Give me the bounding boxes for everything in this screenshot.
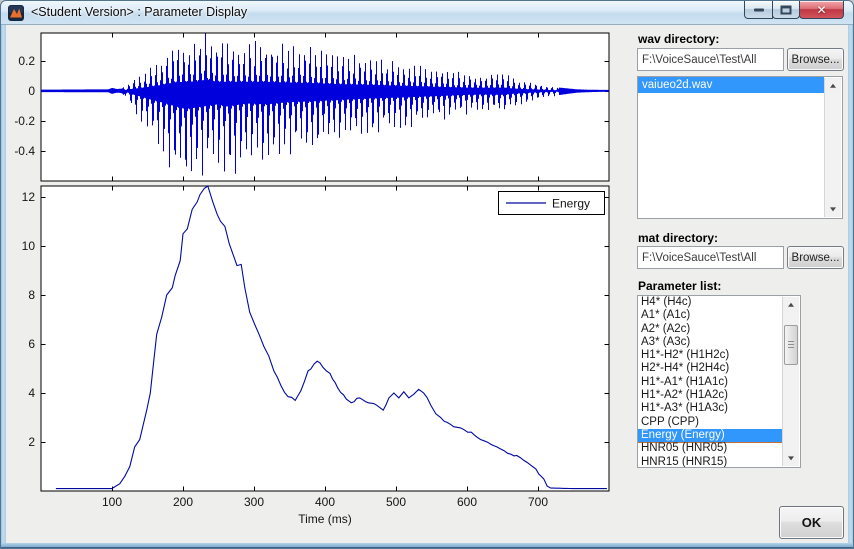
energy-y-tick-label: 8	[28, 288, 35, 302]
window-border-bottom	[1, 543, 853, 548]
matlab-icon	[8, 5, 24, 21]
parameter-list[interactable]: H4* (H4c)A1* (A1c)A2* (A2c)A3* (A3c)H1*-…	[637, 295, 801, 468]
wav-browse-button[interactable]: Browse...	[787, 48, 844, 71]
energy-y-tick-label: 2	[28, 435, 35, 449]
scrollbar-thumb[interactable]	[784, 325, 798, 365]
window-border-right	[848, 25, 853, 543]
energy-axes: 2 4 6 8 10 12 100 200 300 400 500 600 700 Time (ms)	[22, 186, 609, 526]
list-item[interactable]: HNR15 (HNR15)	[638, 456, 782, 467]
energy-x-tick-label: 700	[528, 495, 548, 509]
scroll-down-button[interactable]	[783, 450, 799, 466]
list-item[interactable]: CPP (CPP)	[638, 416, 782, 429]
scroll-up-button[interactable]	[825, 78, 841, 94]
triangle-up-icon	[788, 303, 794, 307]
energy-x-tick-label: 100	[102, 495, 122, 509]
energy-x-tick-label: 400	[315, 495, 335, 509]
parameter-list-label: Parameter list:	[638, 279, 721, 293]
close-icon: ✕	[800, 3, 843, 17]
waveform-y-tick-label: -0.4	[14, 144, 35, 158]
parameter-list-scrollbar[interactable]	[782, 297, 799, 466]
minimize-button[interactable]	[744, 1, 773, 19]
energy-y-tick-label: 10	[22, 239, 36, 253]
parameter-items: H4* (H4c)A1* (A1c)A2* (A2c)A3* (A3c)H1*-…	[638, 296, 782, 467]
waveform-y-tick-label: 0.2	[18, 54, 35, 68]
maximize-button[interactable]	[772, 1, 800, 19]
list-item[interactable]: H2*-H4* (H2H4c)	[638, 362, 782, 375]
list-item[interactable]: H1*-A1* (H1A1c)	[638, 376, 782, 389]
scroll-down-button[interactable]	[825, 201, 841, 217]
energy-y-tick-label: 6	[28, 337, 35, 351]
triangle-down-icon	[788, 456, 794, 460]
list-item[interactable]: H1*-H2* (H1H2c)	[638, 349, 782, 362]
legend-entry-label: Energy	[552, 197, 590, 211]
triangle-down-icon	[830, 207, 836, 211]
list-item[interactable]: Energy (Energy)	[638, 429, 782, 442]
waveform-y-tick-label: -0.2	[14, 114, 35, 128]
list-item[interactable]: A3* (A3c)	[638, 336, 782, 349]
mat-directory-input[interactable]	[637, 246, 784, 269]
list-item[interactable]: A1* (A1c)	[638, 309, 782, 322]
wav-file-items: vaiueo2d.wav	[638, 77, 824, 218]
parameter-display-window: <Student Version> : Parameter Display ✕ …	[0, 0, 854, 549]
window-title: <Student Version> : Parameter Display	[31, 5, 247, 19]
wav-file-list[interactable]: vaiueo2d.wav	[637, 76, 843, 219]
energy-y-tick-label: 12	[22, 190, 36, 204]
minimize-icon	[754, 8, 764, 11]
close-button[interactable]: ✕	[799, 1, 844, 19]
legend: Energy	[499, 192, 605, 215]
titlebar[interactable]: <Student Version> : Parameter Display ✕	[1, 1, 853, 25]
list-item[interactable]: HNR05 (HNR05)	[638, 442, 782, 455]
client-area: -0.4 -0.2 0 0.2 2 4 6 8 10 12 100 200 300 400 500 600 70…	[6, 25, 848, 543]
energy-x-axis-label: Time (ms)	[298, 512, 352, 526]
ok-button[interactable]: OK	[779, 506, 844, 539]
window-border-left	[1, 25, 6, 543]
plots-canvas: -0.4 -0.2 0 0.2 2 4 6 8 10 12 100 200 300 400 500 600 70…	[6, 25, 636, 545]
list-item[interactable]: H1*-A2* (H1A2c)	[638, 389, 782, 402]
list-item[interactable]: vaiueo2d.wav	[638, 77, 824, 93]
scrollbar-grip-icon	[788, 341, 794, 349]
waveform-y-tick-label: 0	[28, 84, 35, 98]
list-item[interactable]: A2* (A2c)	[638, 323, 782, 336]
energy-y-tick-label: 4	[28, 386, 35, 400]
wav-directory-input[interactable]	[637, 48, 784, 71]
energy-x-tick-label: 600	[457, 495, 477, 509]
wav-list-scrollbar[interactable]	[824, 78, 841, 217]
window-controls: ✕	[745, 1, 844, 19]
energy-x-tick-label: 200	[173, 495, 193, 509]
scroll-up-button[interactable]	[783, 297, 799, 313]
maximize-icon	[781, 5, 792, 14]
list-item[interactable]: H4* (H4c)	[638, 296, 782, 309]
list-item[interactable]: H1*-A3* (H1A3c)	[638, 402, 782, 415]
wav-directory-label: wav directory:	[638, 32, 719, 46]
mat-browse-button[interactable]: Browse...	[787, 246, 844, 269]
energy-x-tick-label: 300	[244, 495, 264, 509]
energy-x-tick-label: 500	[386, 495, 406, 509]
triangle-up-icon	[830, 84, 836, 88]
mat-directory-label: mat directory:	[638, 231, 718, 245]
